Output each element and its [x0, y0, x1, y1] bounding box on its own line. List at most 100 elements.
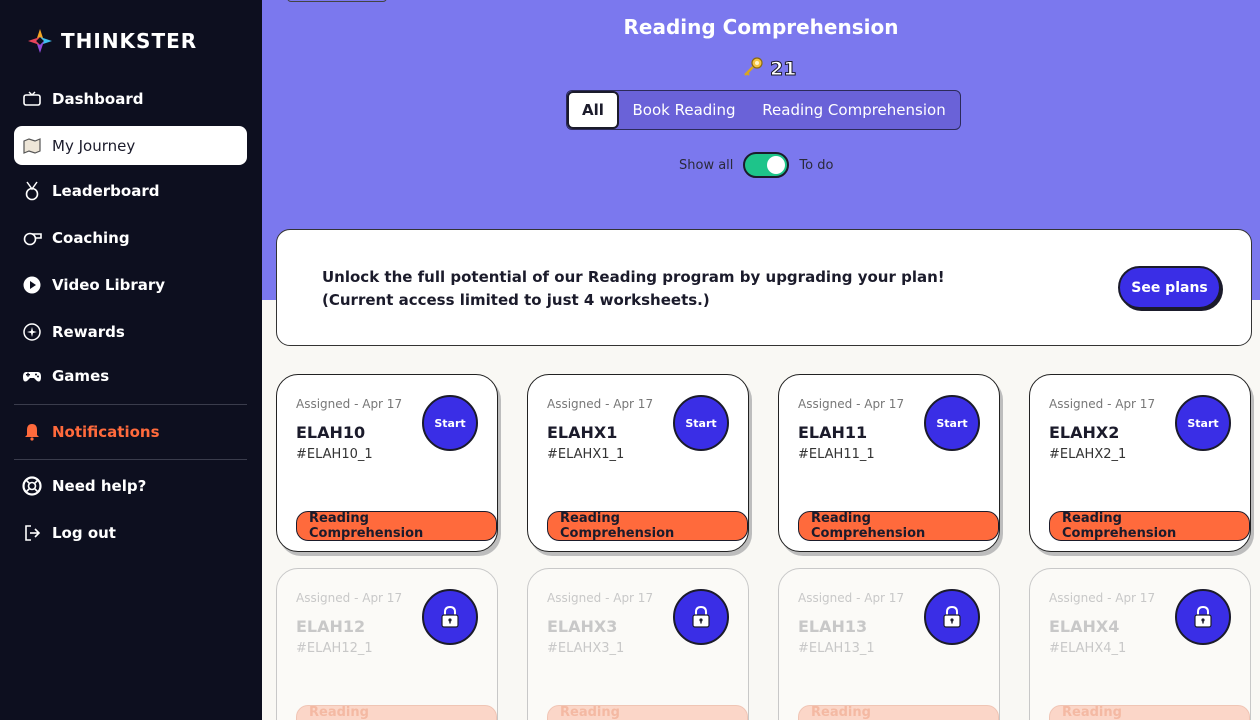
lock-icon[interactable] [1175, 589, 1231, 645]
card-assigned-date: Assigned - Apr 17 [296, 397, 403, 411]
worksheet-card: Assigned - Apr 17 ELAH12 #ELAH12_1 Reading … [276, 568, 498, 720]
lock-icon[interactable] [422, 589, 478, 645]
card-title: ELAH10 [296, 423, 366, 442]
sidebar-item-label: Leaderboard [52, 181, 160, 200]
card-title: ELAH12 [296, 617, 366, 636]
sidebar-divider [14, 459, 247, 460]
card-code: #ELAH12_1 [296, 641, 373, 656]
tab-all[interactable]: All [567, 91, 619, 129]
card-code: #ELAHX1_1 [547, 447, 625, 462]
card-assigned-date: Assigned - Apr 17 [1049, 591, 1156, 605]
see-plans-button[interactable]: See plans [1118, 266, 1221, 309]
tv-icon [22, 89, 42, 109]
card-category-tag: Reading Comprehension [1049, 511, 1250, 541]
worksheet-card[interactable]: Assigned - Apr 17 ELAHX1 #ELAHX1_1 Start Rea… [527, 374, 749, 552]
start-button[interactable]: Start [673, 395, 729, 451]
brand-logo[interactable]: THINKSTER [27, 28, 197, 54]
toggle-knob [767, 156, 786, 174]
sparkle-icon [22, 322, 42, 342]
worksheet-card[interactable]: Assigned - Apr 17 ELAH11 #ELAH11_1 Start Rea… [778, 374, 1000, 552]
card-code: #ELAH11_1 [798, 447, 875, 462]
lock-icon[interactable] [673, 589, 729, 645]
sidebar-item-label: Need help? [52, 476, 147, 495]
upgrade-message-line2: (Current access limited to just 4 worksh… [322, 291, 710, 309]
sidebar-item-coaching[interactable]: Coaching [14, 218, 247, 257]
card-assigned-date: Assigned - Apr 17 [798, 397, 905, 411]
sidebar-item-need-help[interactable]: Need help? [14, 466, 247, 505]
map-icon [22, 136, 42, 156]
card-code: #ELAHX4_1 [1049, 641, 1127, 656]
lock-icon[interactable] [924, 589, 980, 645]
card-category-tag: Reading Comprehension [547, 705, 748, 720]
tab-book-reading[interactable]: Book Reading [619, 91, 749, 129]
worksheet-card[interactable]: Assigned - Apr 17 ELAH10 #ELAH10_1 Start Rea… [276, 374, 498, 552]
keys-count: 21 [769, 58, 797, 81]
keys-counter: 21 [742, 56, 797, 82]
sidebar-item-label: Video Library [52, 275, 166, 294]
card-category-tag: Reading Comprehension [798, 511, 999, 541]
card-assigned-date: Assigned - Apr 17 [798, 591, 905, 605]
page-title: Reading Comprehension [623, 15, 899, 39]
worksheet-card[interactable]: Assigned - Apr 17 ELAHX2 #ELAHX2_1 Start Rea… [1029, 374, 1251, 552]
start-button[interactable]: Start [1175, 395, 1231, 451]
card-assigned-date: Assigned - Apr 17 [547, 397, 654, 411]
card-code: #ELAH10_1 [296, 447, 373, 462]
sidebar-item-dashboard[interactable]: Dashboard [14, 79, 247, 118]
sidebar-item-rewards[interactable]: Rewards [14, 312, 247, 351]
lifebuoy-icon [22, 475, 42, 496]
toggle-right-label: To do [799, 157, 834, 173]
show-all-toggle[interactable] [743, 152, 790, 178]
start-button[interactable]: Start [924, 395, 980, 451]
toggle-left-label: Show all [679, 157, 734, 173]
sidebar-item-video-library[interactable]: Video Library [14, 265, 247, 304]
upgrade-message: Unlock the full potential of our Reading… [322, 266, 945, 312]
sidebar-item-label: Notifications [52, 422, 160, 441]
sidebar-item-my-journey[interactable]: My Journey [14, 126, 247, 165]
sidebar-item-label: Rewards [52, 322, 125, 341]
back-button[interactable] [287, 0, 387, 2]
bell-icon [22, 422, 42, 442]
card-assigned-date: Assigned - Apr 17 [296, 591, 403, 605]
gamepad-icon [22, 366, 42, 386]
start-button[interactable]: Start [422, 395, 478, 451]
sidebar-item-notifications[interactable]: Notifications [14, 412, 247, 451]
sidebar: THINKSTER Dashboard My Journey Leaderboa… [0, 0, 262, 720]
card-title: ELAHX4 [1049, 617, 1120, 636]
show-toggle-row: Show all To do [679, 152, 833, 178]
card-code: #ELAHX2_1 [1049, 447, 1127, 462]
sidebar-item-label: Log out [52, 523, 116, 542]
card-code: #ELAH13_1 [798, 641, 875, 656]
sidebar-divider [14, 404, 247, 405]
card-code: #ELAHX3_1 [547, 641, 625, 656]
card-title: ELAHX1 [547, 423, 618, 442]
filter-tabs: All Book Reading Reading Comprehension [566, 90, 961, 130]
worksheet-card: Assigned - Apr 17 ELAH13 #ELAH13_1 Reading … [778, 568, 1000, 720]
worksheet-card: Assigned - Apr 17 ELAHX4 #ELAHX4_1 Reading … [1029, 568, 1251, 720]
card-category-tag: Reading Comprehension [296, 511, 497, 541]
sidebar-item-leaderboard[interactable]: Leaderboard [14, 171, 247, 210]
card-category-tag: Reading Comprehension [547, 511, 748, 541]
card-title: ELAHX3 [547, 617, 618, 636]
sidebar-item-label: Dashboard [52, 89, 144, 108]
sidebar-item-label: My Journey [52, 136, 136, 155]
tab-reading-comprehension[interactable]: Reading Comprehension [749, 91, 959, 129]
card-title: ELAHX2 [1049, 423, 1120, 442]
card-category-tag: Reading Comprehension [296, 705, 497, 720]
card-category-tag: Reading Comprehension [1049, 705, 1250, 720]
thinkster-logo-icon [27, 28, 53, 54]
key-icon [742, 56, 764, 82]
card-assigned-date: Assigned - Apr 17 [547, 591, 654, 605]
card-category-tag: Reading Comprehension [798, 705, 999, 720]
whistle-icon [22, 228, 42, 248]
sidebar-item-label: Coaching [52, 228, 130, 247]
sidebar-item-games[interactable]: Games [14, 356, 247, 395]
logout-icon [22, 523, 42, 543]
brand-name: THINKSTER [61, 29, 198, 53]
upgrade-banner: Unlock the full potential of our Reading… [276, 229, 1252, 346]
play-icon [22, 275, 42, 295]
worksheet-card: Assigned - Apr 17 ELAHX3 #ELAHX3_1 Reading … [527, 568, 749, 720]
sidebar-item-log-out[interactable]: Log out [14, 513, 247, 552]
card-title: ELAH13 [798, 617, 868, 636]
card-assigned-date: Assigned - Apr 17 [1049, 397, 1156, 411]
sidebar-item-label: Games [52, 366, 110, 385]
